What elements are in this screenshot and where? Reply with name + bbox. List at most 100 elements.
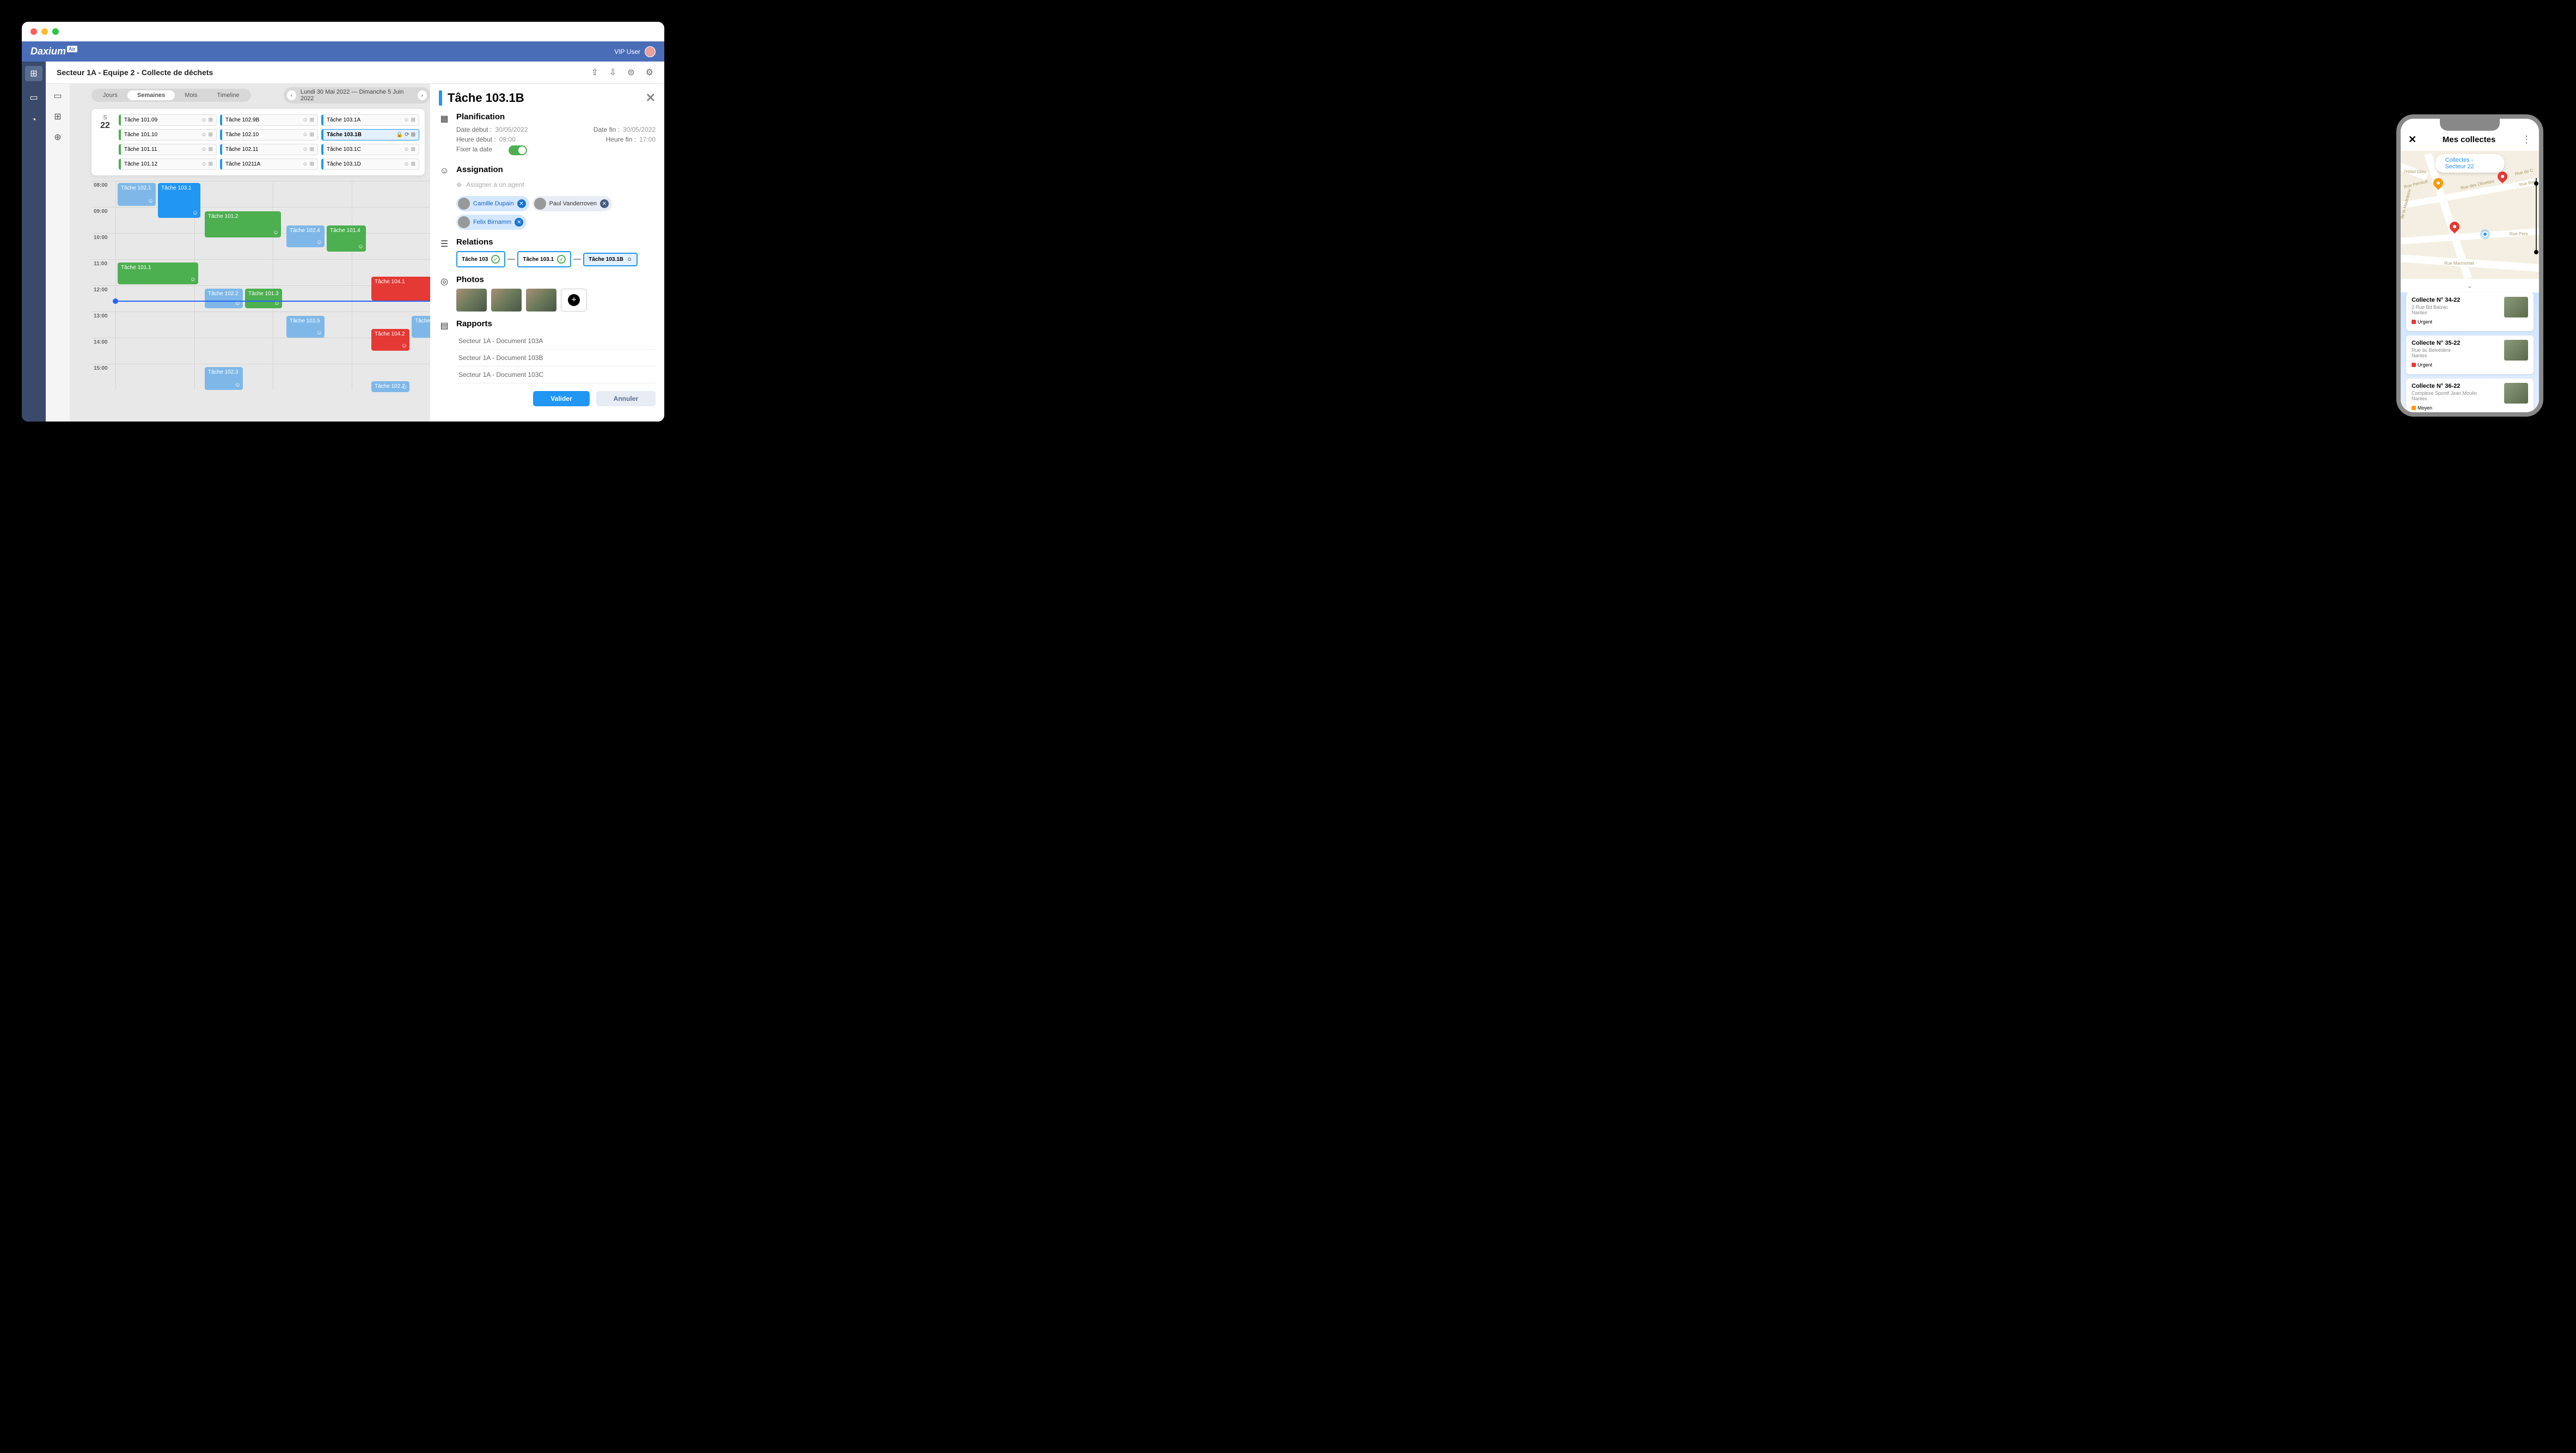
mobile-title: Mes collectes	[2443, 135, 2496, 144]
photo-thumbnail[interactable]	[456, 289, 487, 312]
timeline-event[interactable]: Tâche 102.7☺	[371, 381, 409, 392]
timeline-event[interactable]: Tâche 102.6☺	[412, 316, 430, 338]
settings-icon[interactable]: ⚙	[646, 67, 653, 78]
summary-task-pill[interactable]: Tâche 10211A☺⊞	[220, 158, 318, 170]
cancel-button[interactable]: Annuler	[596, 391, 656, 406]
view-icon-column: ▭ ⊞ ⊕	[46, 84, 70, 422]
relation-node[interactable]: Tâche 103✓	[456, 251, 505, 267]
timeline-event[interactable]: Tâche 102.2☺	[205, 289, 243, 308]
lock-date-toggle[interactable]	[509, 145, 527, 155]
map-zoom-thumb[interactable]	[2534, 250, 2538, 254]
window-minimize[interactable]	[41, 28, 48, 35]
timeline-event[interactable]: Tâche 104.1☺	[371, 277, 430, 301]
date-range-label: Lundi 30 Mai 2022 — Dimanche 5 Juin 2022	[301, 89, 413, 102]
mobile-map[interactable]: l'Hôtel Dieu Rue Perrault de la Madelein…	[2401, 151, 2539, 279]
assign-input[interactable]: ⊕ Assigner à un agent	[456, 179, 656, 191]
prev-week-button[interactable]: ‹	[287, 90, 296, 100]
summary-task-pill[interactable]: Tâche 103.1B🔒⟳⊞	[321, 129, 419, 141]
assignee-chip[interactable]: Camille Dupain✕	[456, 196, 529, 211]
map-zoom-slider[interactable]	[2536, 178, 2537, 254]
timeline-event[interactable]: Tâche 102.5☺	[286, 316, 325, 338]
user-menu[interactable]: VIP User	[614, 46, 656, 57]
relations-title: Relations	[456, 237, 656, 247]
close-panel-button[interactable]: ✕	[646, 91, 656, 105]
photo-thumbnail[interactable]	[491, 289, 522, 312]
relations-icon: ☰	[439, 237, 450, 267]
timeline-event[interactable]: Tâche 104.2☺	[371, 329, 409, 351]
remove-chip-icon[interactable]: ✕	[600, 199, 609, 208]
summary-task-pill[interactable]: Tâche 102.11☺⊞	[220, 144, 318, 155]
mobile-close-button[interactable]: ✕	[2408, 134, 2416, 145]
summary-task-pill[interactable]: Tâche 102.9B☺⊞	[220, 114, 318, 126]
export-icon[interactable]: ⇪	[591, 67, 598, 78]
summary-task-pill[interactable]: Tâche 102.10☺⊞	[220, 129, 318, 141]
panel-title: Tâche 103.1B	[448, 91, 524, 105]
timeline-event[interactable]: Tâche 102.4☺	[286, 225, 325, 247]
timeline-event[interactable]: Tâche 101.3☺	[245, 289, 282, 308]
sidebar-grid-icon[interactable]: ⊞	[25, 66, 42, 81]
summary-task-pill[interactable]: Tâche 101.10☺⊞	[119, 129, 217, 141]
collection-card[interactable]: Collecte N° 34-222 Rue Bd BalzacNantesUr…	[2406, 292, 2534, 331]
map-zoom-thumb[interactable]	[2534, 181, 2538, 186]
current-location-dot	[2482, 231, 2488, 237]
tab-timeline[interactable]: Timeline	[207, 90, 249, 100]
summary-task-pill[interactable]: Tâche 103.1A☺⊞	[321, 114, 419, 126]
tab-weeks[interactable]: Semaines	[127, 90, 175, 100]
day-header: S 22	[97, 114, 113, 170]
calendar-view-icon[interactable]: ▭	[53, 90, 62, 101]
report-link[interactable]: Secteur 1A - Document 103A	[456, 333, 656, 350]
reports-title: Rapports	[456, 319, 656, 328]
topbar-actions: ⇪ ⇩ ⊜ ⚙	[591, 67, 653, 78]
validate-button[interactable]: Valider	[533, 391, 589, 406]
timeline-event[interactable]: Tâche 102.1☺	[118, 183, 156, 206]
summary-task-pill[interactable]: Tâche 101.09☺⊞	[119, 114, 217, 126]
summary-task-pill[interactable]: Tâche 103.1D☺⊞	[321, 158, 419, 170]
tab-days[interactable]: Jours	[93, 90, 127, 100]
mobile-card-list: Collecte N° 34-222 Rue Bd BalzacNantesUr…	[2401, 292, 2539, 417]
download-icon[interactable]: ⇩	[609, 67, 616, 78]
timeline-event[interactable]: Tâche 101.2☺	[205, 211, 281, 237]
timeline-event[interactable]: Tâche 103.1☺	[158, 183, 200, 218]
relation-chain: Tâche 103✓ Tâche 103.1✓ Tâche 103.1B☺	[456, 251, 656, 267]
lock-date-label: Fixer la date	[456, 145, 492, 155]
photo-thumbnail[interactable]	[526, 289, 556, 312]
summary-task-pill[interactable]: Tâche 101.12☺⊞	[119, 158, 217, 170]
tab-months[interactable]: Mois	[175, 90, 207, 100]
map-filter-chip[interactable]: Collectes - Secteur 22	[2436, 154, 2505, 173]
summary-task-pill[interactable]: Tâche 101.11☺⊞	[119, 144, 217, 155]
assignee-chip[interactable]: Paul Vanderroven✕	[533, 196, 612, 211]
add-photo-button[interactable]: +	[561, 289, 587, 312]
card-thumbnail	[2504, 383, 2528, 404]
summary-task-pill[interactable]: Tâche 103.1C☺⊞	[321, 144, 419, 155]
relation-node-active[interactable]: Tâche 103.1B☺	[583, 253, 638, 266]
add-date-icon[interactable]: ⊞	[54, 111, 61, 122]
window-maximize[interactable]	[52, 28, 59, 35]
calendar-icon: ▦	[439, 112, 450, 157]
search-icon[interactable]: ⊜	[627, 67, 634, 78]
mobile-menu-button[interactable]: ⋮	[2522, 134, 2531, 145]
assignee-chip[interactable]: Felix Birnamm✕	[456, 215, 527, 230]
window-close[interactable]	[30, 28, 37, 35]
collection-card[interactable]: Collecte N° 36-22Complexe Sportif Jean M…	[2406, 378, 2534, 417]
report-link[interactable]: Secteur 1A - Document 103B	[456, 350, 656, 367]
remove-chip-icon[interactable]: ✕	[517, 199, 526, 208]
collection-card[interactable]: Collecte N° 35-22Rue du BelvédèreNantesU…	[2406, 335, 2534, 374]
relation-node[interactable]: Tâche 103.1✓	[517, 251, 571, 267]
planning-title: Planification	[456, 112, 656, 121]
brand-logo: DaxiumAir	[30, 46, 77, 57]
day-summary-block: S 22 Tâche 101.09☺⊞Tâche 102.9B☺⊞Tâche 1…	[91, 109, 425, 175]
sheet-collapse-handle[interactable]: ⌄	[2401, 279, 2539, 292]
next-week-button[interactable]: ›	[418, 90, 427, 100]
mobile-app-mockup: ✕ Mes collectes ⋮ l'Hôtel Dieu Rue Perra…	[2396, 114, 2543, 417]
timeline-event[interactable]: Tâche 101.1☺	[118, 262, 198, 284]
upload-icon[interactable]: ⊕	[54, 132, 61, 143]
photos-title: Photos	[456, 275, 656, 284]
sidebar-chart-icon[interactable]: ◔	[27, 114, 40, 127]
report-link[interactable]: Secteur 1A - Document 103C	[456, 367, 656, 383]
timeline-event[interactable]: Tâche 101.4☺	[327, 225, 366, 252]
remove-chip-icon[interactable]: ✕	[515, 218, 523, 227]
timeline-event[interactable]: Tâche 102.3☺	[205, 367, 243, 390]
timeline: 08:0009:0010:0011:0012:0013:0014:0015:00…	[91, 181, 430, 390]
sidebar-calendar-icon[interactable]: ▭	[27, 91, 40, 104]
user-avatar	[645, 46, 656, 57]
